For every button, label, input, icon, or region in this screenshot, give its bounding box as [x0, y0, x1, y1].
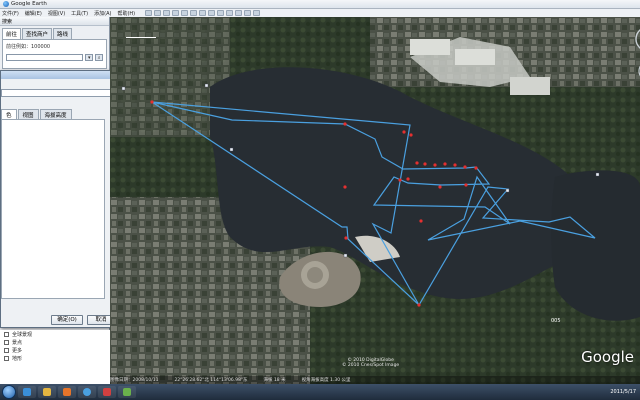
search-header[interactable]: 搜索 — [0, 17, 109, 26]
search-example-label: 前往例如：100000 — [6, 44, 51, 50]
clock-date[interactable]: 2011/5/17 — [610, 389, 636, 395]
tab-fly-to[interactable]: 前往 — [2, 28, 22, 39]
search-tabs: 前往 查找商户 路线 — [0, 28, 109, 39]
map-view[interactable]: + − 005 © 2010 DigitalGlobe © 2010 Cnes/… — [110, 17, 640, 384]
search-header-label: 搜索 — [2, 18, 13, 25]
status-bar: 图像日期：2008/10/11 22°26'28.62"北 114°13'06.… — [110, 376, 640, 384]
imagery-date: 图像日期：2008/10/11 — [110, 378, 159, 383]
toolbar-sun-icon[interactable] — [208, 10, 216, 16]
taskbar-earth-icon[interactable] — [78, 386, 96, 398]
layer-label: 地形 — [12, 355, 23, 362]
toolbar — [145, 10, 262, 16]
menu-view[interactable]: 视图(V) — [48, 10, 65, 17]
layers-panel: 全球景观 景点 更多 地形 — [0, 330, 110, 384]
imagery-copyright: © 2010 DigitalGlobe © 2010 Cnes/Spot Ima… — [342, 358, 399, 368]
google-earth-logo-icon — [3, 1, 9, 7]
toolbar-sky-icon[interactable] — [217, 10, 225, 16]
tab-directions[interactable]: 路线 — [53, 28, 73, 39]
title-bar: Google Earth — [0, 0, 640, 9]
search-button-icon[interactable]: ⌕ — [95, 54, 103, 61]
copyright-line-2: © 2010 Cnes/Spot Image — [342, 363, 400, 368]
layer-checkbox[interactable] — [4, 331, 9, 337]
toolbar-print-icon[interactable] — [244, 10, 252, 16]
eye-altitude: 视角海拔高度 1.30 公里 — [301, 378, 351, 383]
dialog-name-field[interactable] — [1, 89, 111, 97]
layer-item[interactable]: 全球景观 — [0, 330, 110, 338]
layer-checkbox[interactable] — [4, 355, 9, 361]
menu-file[interactable]: 文件(F) — [2, 10, 19, 17]
satellite-imagery — [110, 17, 640, 384]
google-watermark: Google — [581, 348, 634, 366]
toolbar-email-icon[interactable] — [235, 10, 243, 16]
toolbar-history-icon[interactable] — [199, 10, 207, 16]
taskbar-ie-icon[interactable] — [18, 386, 36, 398]
scale-bar — [126, 37, 156, 38]
taskbar: 2011/5/17 — [0, 384, 640, 400]
coordinates: 22°26'28.62"北 114°13'06.98"东 — [174, 378, 248, 383]
tab-find-business[interactable]: 查找商户 — [22, 28, 53, 39]
taskbar-folder-icon[interactable] — [38, 386, 56, 398]
menu-bar: 文件(F) 编辑(E) 视图(V) 工具(T) 添加(A) 帮助(H) — [0, 9, 640, 17]
compass-ring-icon[interactable] — [635, 27, 640, 51]
ok-button[interactable]: 确定(O) — [51, 315, 83, 325]
layer-checkbox[interactable] — [4, 339, 9, 345]
layer-item[interactable]: 更多 — [0, 346, 110, 354]
properties-dialog: 色 视图 海拔高度 确定(O) 取消 — [0, 70, 121, 328]
menu-tools[interactable]: 工具(T) — [71, 10, 88, 17]
taskbar-app-icon[interactable] — [98, 386, 116, 398]
menu-add[interactable]: 添加(A) — [94, 10, 111, 17]
toolbar-placemark-icon[interactable] — [154, 10, 162, 16]
layer-item[interactable]: 景点 — [0, 338, 110, 346]
layer-label: 景点 — [12, 339, 23, 346]
toolbar-overlay-icon[interactable] — [181, 10, 189, 16]
search-input[interactable] — [6, 54, 84, 61]
layer-label: 全球景观 — [12, 331, 33, 338]
toolbar-ruler-icon[interactable] — [226, 10, 234, 16]
dialog-body — [1, 119, 105, 299]
start-button-icon[interactable] — [2, 385, 16, 399]
map-pin-label[interactable]: 005 — [551, 318, 561, 324]
menu-help[interactable]: 帮助(H) — [117, 10, 135, 17]
toolbar-maps-icon[interactable] — [253, 10, 261, 16]
taskbar-media-icon[interactable] — [58, 386, 76, 398]
system-tray: 2011/5/17 — [610, 389, 640, 395]
dialog-title-bar[interactable] — [1, 71, 120, 79]
layer-checkbox[interactable] — [4, 347, 9, 353]
layer-item[interactable]: 地形 — [0, 354, 110, 362]
menu-edit[interactable]: 编辑(E) — [25, 10, 42, 17]
layer-label: 更多 — [12, 347, 23, 354]
elevation: 海拔 18 米 — [263, 378, 286, 383]
search-dropdown-icon[interactable]: ▾ — [85, 54, 94, 61]
window-title: Google Earth — [11, 1, 47, 7]
toolbar-polygon-icon[interactable] — [163, 10, 171, 16]
toolbar-path-icon[interactable] — [172, 10, 180, 16]
toolbar-tour-icon[interactable] — [190, 10, 198, 16]
taskbar-app-icon[interactable] — [118, 386, 136, 398]
toolbar-sidebar-icon[interactable] — [145, 10, 153, 16]
search-panel: 前往例如：100000 ▾ ⌕ — [2, 39, 107, 69]
